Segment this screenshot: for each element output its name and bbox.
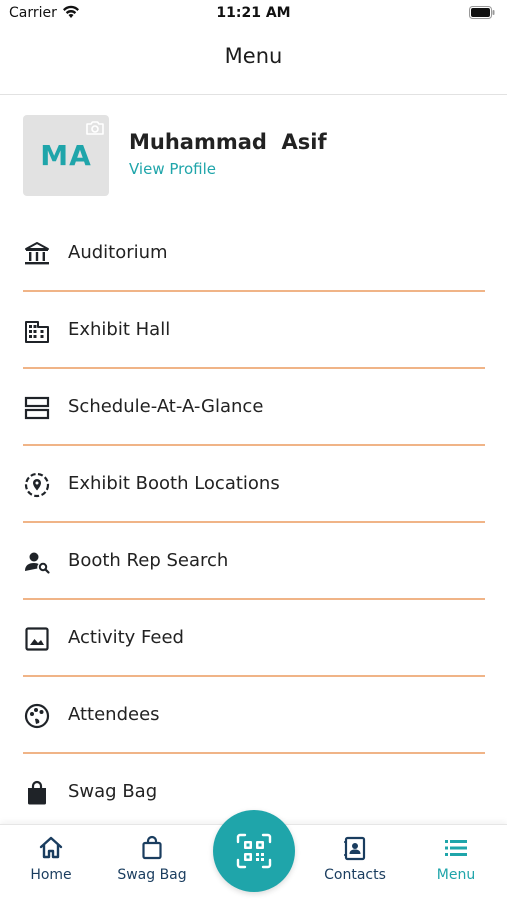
menu-item-label: Booth Rep Search: [68, 550, 229, 571]
office-building-icon: [25, 321, 49, 343]
tab-contacts-label: Contacts: [324, 867, 386, 883]
status-time: 11:21 AM: [216, 5, 291, 21]
tab-swag-bag[interactable]: Swag Bag: [107, 835, 197, 883]
nav-header: Menu: [0, 30, 507, 95]
qr-code-icon: [236, 833, 272, 869]
profile-name: Muhammad Asif: [129, 130, 327, 154]
camera-icon[interactable]: [85, 120, 105, 136]
battery-icon: [469, 6, 495, 19]
menu-item-label: Attendees: [68, 704, 160, 725]
menu-item-label: Activity Feed: [68, 627, 184, 648]
tab-swag-bag-label: Swag Bag: [117, 867, 187, 883]
menu-item-label: Schedule-At-A-Glance: [68, 396, 264, 417]
menu-item-booth-rep-search[interactable]: Booth Rep Search: [23, 524, 485, 600]
menu-item-attendees[interactable]: Attendees: [23, 678, 485, 754]
menu-item-activity-feed[interactable]: Activity Feed: [23, 601, 485, 677]
image-icon: [25, 627, 49, 651]
tab-home[interactable]: Home: [6, 835, 96, 883]
menu-item-label: Auditorium: [68, 242, 168, 263]
qr-scan-button[interactable]: [213, 810, 295, 892]
page-title: Menu: [224, 44, 283, 68]
menu-item-label: Exhibit Hall: [68, 319, 171, 340]
menu-item-label: Swag Bag: [68, 781, 158, 802]
shopping-bag-icon: [28, 780, 46, 805]
menu-item-auditorium[interactable]: Auditorium: [23, 216, 485, 292]
menu-item-exhibit-booth-locations[interactable]: Exhibit Booth Locations: [23, 447, 485, 523]
tab-contacts[interactable]: Contacts: [310, 835, 400, 883]
tab-home-label: Home: [30, 867, 72, 883]
view-profile-link[interactable]: View Profile: [129, 160, 216, 178]
person-search-icon: [25, 552, 50, 574]
menu-list: Auditorium Exhibit Hall Schedule-At-A-Gl…: [23, 216, 485, 832]
avatar[interactable]: MA: [23, 115, 109, 196]
menu-item-exhibit-hall[interactable]: Exhibit Hall: [23, 293, 485, 369]
stacked-rows-icon: [24, 396, 50, 420]
profile-section: MA Muhammad Asif View Profile: [23, 115, 493, 197]
tab-menu-label: Menu: [436, 867, 476, 883]
tab-menu[interactable]: Menu: [411, 835, 501, 883]
building-columns-icon: [25, 242, 49, 265]
list-menu-icon: [445, 840, 467, 856]
location-pin-icon: [24, 472, 50, 498]
avatar-initials: MA: [40, 139, 92, 172]
shopping-bag-icon: [142, 835, 162, 860]
palette-icon: [24, 703, 50, 729]
home-icon: [39, 836, 63, 859]
menu-item-label: Exhibit Booth Locations: [68, 473, 280, 494]
status-bar: Carrier 11:21 AM: [0, 0, 507, 30]
contacts-icon: [344, 836, 366, 861]
menu-item-schedule-at-a-glance[interactable]: Schedule-At-A-Glance: [23, 370, 485, 446]
